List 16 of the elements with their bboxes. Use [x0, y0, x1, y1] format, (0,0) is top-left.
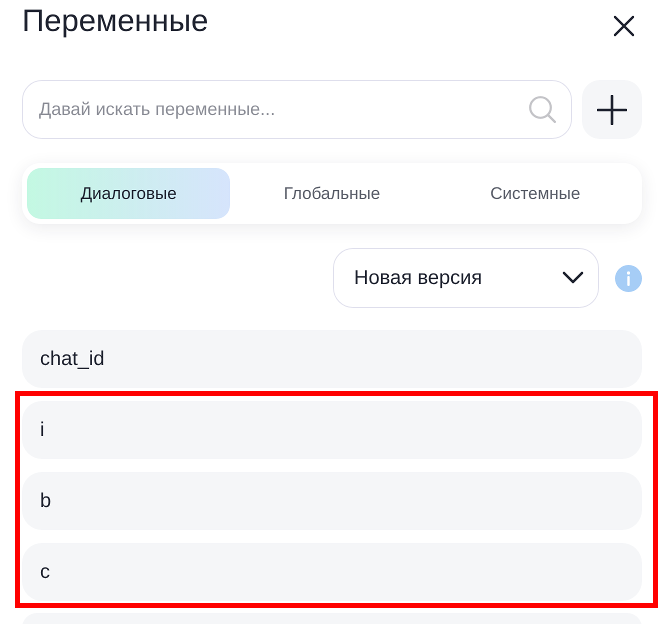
close-icon [612, 14, 636, 38]
chevron-down-icon [562, 271, 584, 285]
add-button[interactable] [582, 80, 642, 139]
tab[interactable]: Глобальные [230, 168, 434, 219]
search-icon [529, 96, 556, 123]
close-button[interactable] [612, 14, 636, 38]
search-field[interactable]: Давай искать переменные... [22, 80, 572, 139]
version-dropdown[interactable]: Новая версия [333, 248, 599, 308]
variable-item[interactable]: chat_id [22, 330, 642, 388]
panel-title: Переменные [22, 3, 208, 39]
tab[interactable]: Системные [434, 168, 637, 219]
variable-item[interactable]: c [22, 543, 642, 601]
plus-icon [597, 94, 627, 124]
variable-item[interactable]: i [22, 401, 642, 459]
variable-item[interactable]: b [22, 472, 642, 530]
tab[interactable]: Диалоговые [27, 168, 230, 219]
